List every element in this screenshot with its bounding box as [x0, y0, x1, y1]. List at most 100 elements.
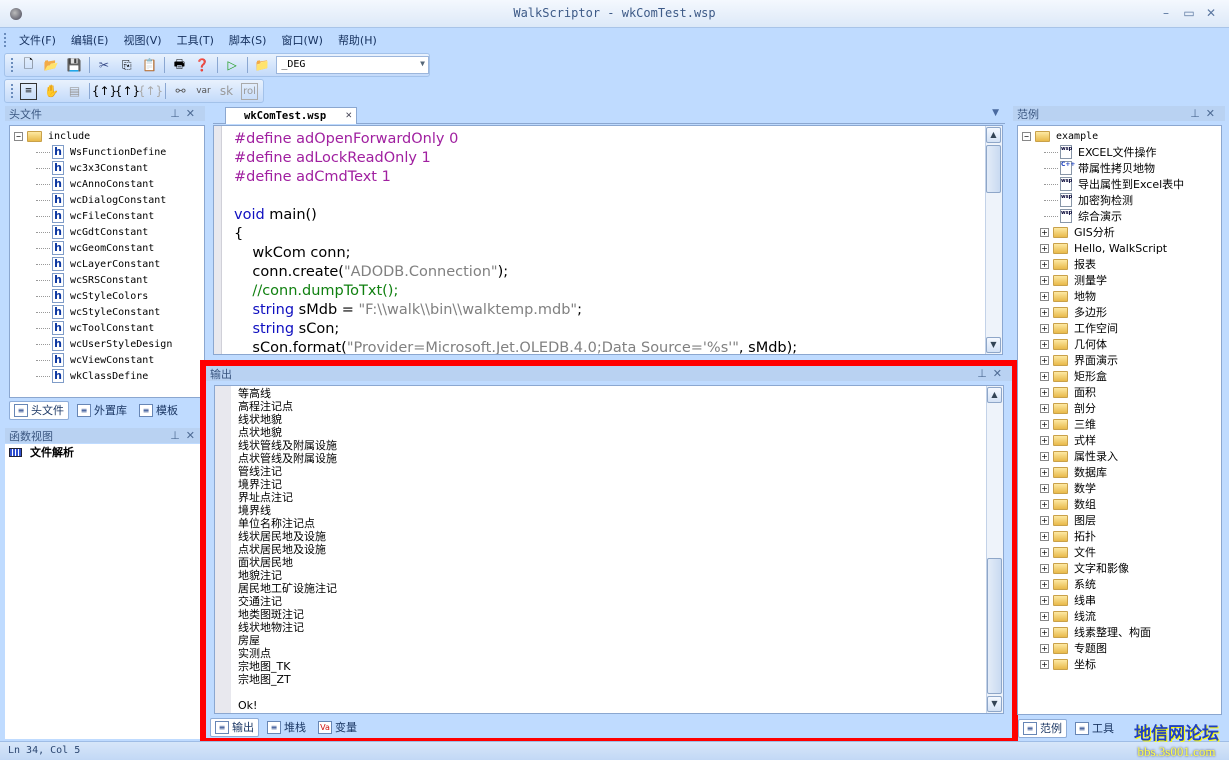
function-item[interactable]: 文件解析	[5, 444, 200, 460]
example-folder[interactable]: + 报表	[1022, 256, 1217, 272]
example-folder[interactable]: + 数学	[1022, 480, 1217, 496]
close-icon[interactable]: ✕	[1206, 107, 1221, 120]
close-tab-icon[interactable]: ✕	[346, 109, 352, 121]
tree-item[interactable]: h wcLayerConstant	[14, 256, 200, 272]
tab-2[interactable]: ≡ 模板	[135, 401, 182, 420]
example-folder[interactable]: + GIS分析	[1022, 224, 1217, 240]
example-file[interactable]: wsp 导出属性到Excel表中	[1022, 176, 1217, 192]
toolbar-grip[interactable]	[11, 58, 14, 72]
expand-icon[interactable]: +	[1040, 595, 1049, 605]
tab-2[interactable]: Va 变量	[314, 718, 361, 737]
menu-item[interactable]: 文件(F)	[19, 32, 56, 48]
example-folder[interactable]: + 面积	[1022, 384, 1217, 400]
run-icon[interactable]: ▷	[224, 57, 241, 74]
tree-item[interactable]: h wcToolConstant	[14, 320, 200, 336]
output-scrollbar[interactable]: ▲ ▼	[986, 386, 1003, 713]
expand-icon[interactable]: +	[1040, 371, 1049, 381]
example-folder[interactable]: + 线流	[1022, 608, 1217, 624]
expand-icon[interactable]: +	[1040, 627, 1049, 637]
example-folder[interactable]: + 系统	[1022, 576, 1217, 592]
example-file[interactable]: C++ 带属性拷贝地物	[1022, 160, 1217, 176]
tree-item[interactable]: h wcStyleConstant	[14, 304, 200, 320]
open-folder-icon[interactable]: 📂	[43, 57, 60, 74]
chevron-down-icon[interactable]: ▼	[420, 59, 425, 68]
example-folder[interactable]: + 属性录入	[1022, 448, 1217, 464]
menu-item[interactable]: 窗口(W)	[281, 32, 322, 48]
close-icon[interactable]: ✕	[186, 429, 201, 442]
expand-icon[interactable]: +	[1040, 339, 1049, 349]
expand-icon[interactable]: +	[1040, 547, 1049, 557]
collapse-icon[interactable]: −	[14, 131, 23, 141]
var-button[interactable]: var	[195, 83, 212, 100]
tree-item[interactable]: h wcUserStyleDesign	[14, 336, 200, 352]
tree-item[interactable]: h wcGeomConstant	[14, 240, 200, 256]
expand-icon[interactable]: +	[1040, 515, 1049, 525]
expand-icon[interactable]: +	[1040, 275, 1049, 285]
tree-item[interactable]: h wcViewConstant	[14, 352, 200, 368]
maximize-button[interactable]: ▭	[1181, 6, 1197, 20]
example-folder[interactable]: + 三维	[1022, 416, 1217, 432]
menu-item[interactable]: 视图(V)	[123, 32, 161, 48]
close-button[interactable]: ✕	[1203, 6, 1219, 20]
tree-item[interactable]: h wc3x3Constant	[14, 160, 200, 176]
expand-icon[interactable]: +	[1040, 563, 1049, 573]
example-folder[interactable]: + 剖分	[1022, 400, 1217, 416]
expand-icon[interactable]: +	[1040, 227, 1049, 237]
example-folder[interactable]: + 线串	[1022, 592, 1217, 608]
example-folder[interactable]: + 界面演示	[1022, 352, 1217, 368]
expand-icon[interactable]: +	[1040, 403, 1049, 413]
save-icon[interactable]: 💾	[66, 57, 83, 74]
expand-icon[interactable]: +	[1040, 531, 1049, 541]
example-folder[interactable]: + 文件	[1022, 544, 1217, 560]
tab-0[interactable]: ≡ 输出	[210, 717, 259, 737]
macro-combo[interactable]: _DEG ▼	[276, 56, 429, 74]
menubar-grip[interactable]	[4, 33, 7, 47]
example-folder[interactable]: + 文字和影像	[1022, 560, 1217, 576]
example-folder[interactable]: + 式样	[1022, 432, 1217, 448]
example-folder[interactable]: + 几何体	[1022, 336, 1217, 352]
expand-icon[interactable]: +	[1040, 259, 1049, 269]
menu-item[interactable]: 帮助(H)	[338, 32, 377, 48]
tab-1[interactable]: ≡ 工具	[1071, 719, 1118, 738]
expand-icon[interactable]: +	[1040, 435, 1049, 445]
scroll-up-icon[interactable]: ▲	[986, 127, 1001, 143]
tree-root[interactable]: − example	[1022, 128, 1217, 144]
pin-icon[interactable]: ⊥	[170, 107, 186, 120]
menu-item[interactable]: 工具(T)	[177, 32, 214, 48]
step-over-icon[interactable]: {↑}	[115, 83, 140, 100]
example-folder[interactable]: + Hello, WalkScript	[1022, 240, 1217, 256]
new-file-icon[interactable]: 🗋	[20, 57, 37, 74]
example-folder[interactable]: + 数组	[1022, 496, 1217, 512]
tree-item[interactable]: h wcAnnoConstant	[14, 176, 200, 192]
collapse-icon[interactable]: −	[1022, 131, 1031, 141]
tab-wkcomtest[interactable]: wkComTest.wsp ✕	[225, 107, 357, 124]
scroll-thumb[interactable]	[987, 558, 1002, 694]
expand-icon[interactable]: +	[1040, 659, 1049, 669]
tree-item[interactable]: h wcStyleColors	[14, 288, 200, 304]
step-into-icon[interactable]: {↑}	[92, 83, 117, 100]
example-folder[interactable]: + 专题图	[1022, 640, 1217, 656]
expand-icon[interactable]: +	[1040, 323, 1049, 333]
example-folder[interactable]: + 拓扑	[1022, 528, 1217, 544]
print-icon[interactable]: 🖶	[171, 57, 188, 74]
tree-item[interactable]: h wcGdtConstant	[14, 224, 200, 240]
output-window[interactable]: 等高线 高程注记点 线状地貌 点状地貌 线状管线及附属设施 点状管线及附属设施 管线注记 境界…	[214, 385, 1004, 714]
expand-icon[interactable]: +	[1040, 467, 1049, 477]
expand-icon[interactable]: +	[1040, 643, 1049, 653]
tab-0[interactable]: ≡ 头文件	[9, 400, 69, 420]
scroll-up-icon[interactable]: ▲	[987, 387, 1002, 403]
paste-icon[interactable]: 📋	[141, 57, 158, 74]
example-folder[interactable]: + 数据库	[1022, 464, 1217, 480]
minimize-button[interactable]: –	[1158, 6, 1174, 20]
menu-item[interactable]: 脚本(S)	[229, 32, 267, 48]
pin-icon[interactable]: ⊥	[977, 367, 993, 380]
disabled-edit-icon[interactable]: ▤	[66, 83, 83, 100]
example-folder[interactable]: + 测量学	[1022, 272, 1217, 288]
close-icon[interactable]: ✕	[993, 367, 1008, 380]
example-folder[interactable]: + 线素整理、构面	[1022, 624, 1217, 640]
watch-glasses-icon[interactable]: ⚯	[172, 83, 189, 100]
tree-item[interactable]: h wcFileConstant	[14, 208, 200, 224]
expand-icon[interactable]: +	[1040, 307, 1049, 317]
scroll-thumb[interactable]	[986, 145, 1001, 193]
rol-button[interactable]: rol	[241, 82, 258, 100]
